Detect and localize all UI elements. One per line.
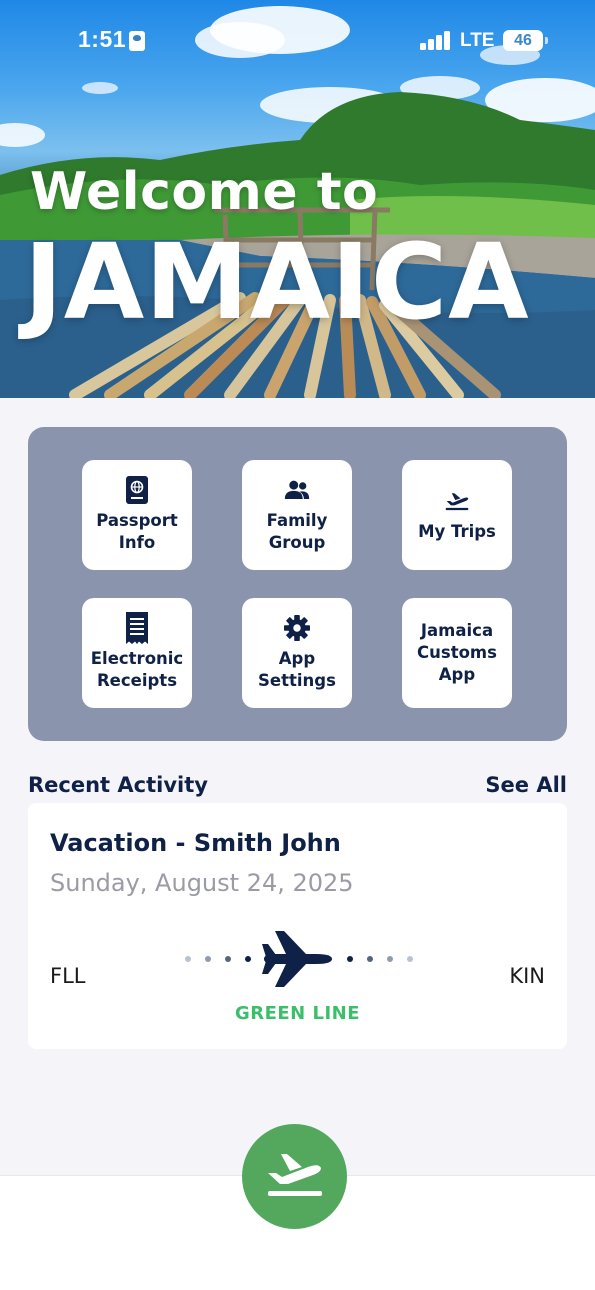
contact-card-icon — [129, 31, 145, 51]
destination-airport: KIN — [509, 964, 545, 988]
plane-departure-icon — [264, 1149, 326, 1204]
see-all-link[interactable]: See All — [485, 773, 567, 797]
trip-title: Vacation - Smith John — [50, 829, 341, 857]
tile-label: Info — [118, 533, 156, 552]
origin-airport: FLL — [50, 964, 86, 988]
network-type: LTE — [460, 30, 495, 51]
green-line-label: GREEN LINE — [234, 1003, 361, 1024]
jamaica-heading: JAMAICA — [24, 221, 530, 343]
hero-banner: 1:51 LTE 46 Welcome to JAMAICA — [0, 0, 595, 398]
receipt-icon — [124, 612, 150, 644]
trip-card[interactable]: Vacation - Smith John Sunday, August 24,… — [28, 803, 567, 1049]
flight-route — [185, 931, 413, 987]
tile-label: App — [438, 665, 476, 684]
users-icon — [284, 476, 310, 504]
tile-label: Jamaica — [420, 621, 494, 640]
electronic-receipts-button[interactable]: Electronic Receipts — [82, 598, 192, 708]
welcome-heading: Welcome to — [30, 162, 379, 222]
tile-label: Group — [268, 533, 326, 552]
tile-label: Family — [266, 511, 328, 530]
tile-label: Receipts — [96, 671, 178, 690]
tile-label: Electronic — [90, 649, 184, 668]
app-settings-button[interactable]: App Settings — [242, 598, 352, 708]
tile-label: Customs — [417, 643, 497, 662]
jamaica-customs-app-button[interactable]: Jamaica Customs App — [402, 598, 512, 708]
flights-fab-button[interactable] — [242, 1124, 347, 1229]
trip-date: Sunday, August 24, 2025 — [50, 869, 354, 897]
plane-departure-icon — [444, 487, 470, 515]
status-time: 1:51 — [78, 26, 127, 52]
gear-icon — [284, 614, 310, 642]
airplane-icon — [262, 931, 332, 987]
cellular-signal-icon — [420, 30, 452, 50]
recent-activity-heading: Recent Activity — [28, 773, 208, 797]
tile-label: Settings — [258, 671, 336, 690]
family-group-button[interactable]: Family Group — [242, 460, 352, 570]
tile-label: App — [278, 649, 316, 668]
battery-icon: 46 — [503, 30, 548, 51]
tile-label: My Trips — [418, 522, 496, 541]
my-trips-button[interactable]: My Trips — [402, 460, 512, 570]
quick-menu-panel: Passport Info Family Group My Trips Elec… — [28, 427, 567, 741]
passport-icon — [124, 476, 150, 504]
tile-label: Passport — [96, 511, 178, 530]
status-bar: 1:51 LTE 46 — [0, 0, 595, 80]
passport-info-button[interactable]: Passport Info — [82, 460, 192, 570]
